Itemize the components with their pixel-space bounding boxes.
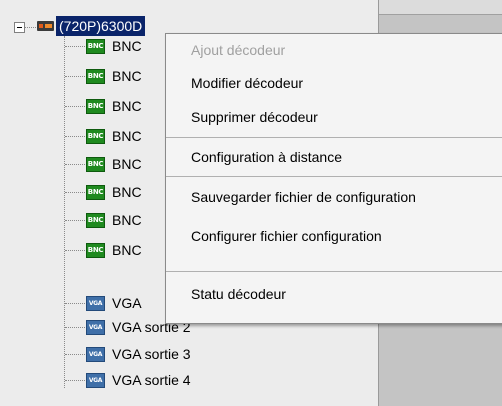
collapse-toggle-icon[interactable]: [14, 22, 25, 33]
bnc-output-icon: BNC: [86, 213, 105, 228]
vga-output-icon: VGA: [86, 296, 105, 311]
bnc-output-icon: BNC: [86, 69, 105, 84]
tree-item-label: BNC: [112, 184, 142, 200]
bnc-output-icon: BNC: [86, 157, 105, 172]
menu-item-modify-decoder[interactable]: Modifier décodeur: [166, 67, 502, 99]
bnc-output-icon: BNC: [86, 99, 105, 114]
menu-item-delete-decoder[interactable]: Supprimer décodeur: [166, 101, 502, 133]
tree-item-label: BNC: [112, 242, 142, 258]
tree-root-decoder[interactable]: (720P)6300D: [56, 16, 146, 36]
tree-item-label: BNC: [112, 128, 142, 144]
tree-item-label: VGA sortie 4: [112, 372, 191, 388]
menu-separator: [166, 137, 502, 138]
bnc-output-icon: BNC: [86, 129, 105, 144]
tree-item-label: BNC: [112, 212, 142, 228]
tree-item-label: BNC: [112, 156, 142, 172]
tree-item-label: BNC: [112, 68, 142, 84]
tree-item-label: BNC: [112, 38, 142, 54]
menu-item-remote-configuration[interactable]: Configuration à distance: [166, 141, 502, 173]
tree-item-label: BNC: [112, 98, 142, 114]
vga-output-icon: VGA: [86, 347, 105, 362]
menu-separator: [166, 176, 502, 177]
menu-separator: [166, 271, 502, 272]
bnc-output-icon: BNC: [86, 39, 105, 54]
right-panel-header: [379, 0, 502, 15]
decoder-device-icon: [37, 21, 54, 31]
context-menu: Ajout décodeur Modifier décodeur Supprim…: [165, 33, 502, 324]
bnc-output-icon: BNC: [86, 185, 105, 200]
tree-item-label: VGA sortie 3: [112, 346, 191, 362]
menu-item-add-decoder[interactable]: Ajout décodeur: [166, 34, 502, 66]
menu-item-configure-config-file[interactable]: Configurer fichier configuration: [166, 220, 502, 252]
vga-output-icon: VGA: [86, 320, 105, 335]
tree-item-label: VGA: [112, 295, 142, 311]
menu-item-save-config-file[interactable]: Sauvegarder fichier de configuration: [166, 181, 502, 213]
bnc-output-icon: BNC: [86, 243, 105, 258]
menu-item-decoder-status[interactable]: Statu décodeur: [166, 278, 502, 310]
vga-output-icon: VGA: [86, 373, 105, 388]
